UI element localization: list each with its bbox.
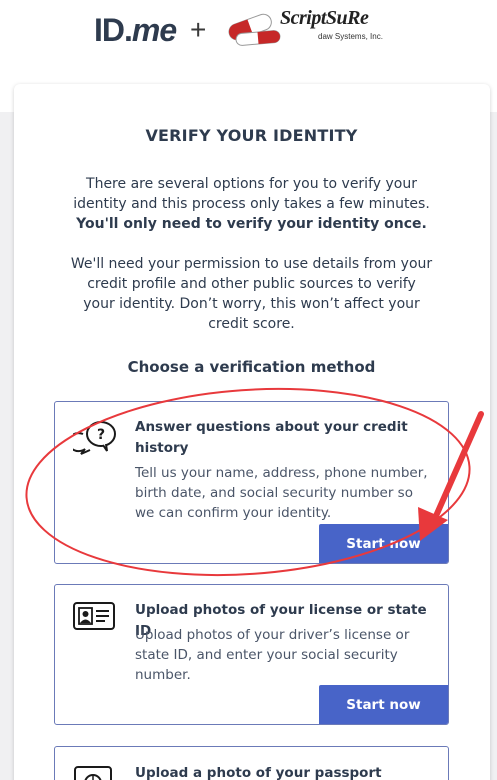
option-credit-history[interactable]: ? Answer questions about your credit his… xyxy=(54,401,449,564)
choose-method-heading: Choose a verification method xyxy=(127,358,376,376)
intro-paragraph: There are several options for you to ver… xyxy=(73,176,430,212)
pill-logo-icon xyxy=(228,13,281,46)
option-title: Upload a photo of your passport xyxy=(135,765,382,780)
plus-sign: + xyxy=(190,14,207,45)
option-description: Upload photos of your driver’s license o… xyxy=(135,627,410,683)
start-now-button[interactable]: Start now xyxy=(319,685,448,724)
option-description: Tell us your name, address, phone number… xyxy=(135,465,428,521)
partner-logo-name: ScriptSuRe xyxy=(280,7,369,29)
option-title: Answer questions about your credit histo… xyxy=(135,419,408,456)
permission-text: We'll need your permission to use detail… xyxy=(70,256,433,332)
intro-text: There are several options for you to ver… xyxy=(70,174,433,234)
intro-bold-text: You'll only need to verify your identity… xyxy=(76,216,427,232)
question-chat-icon: ? xyxy=(73,421,116,455)
svg-text:?: ? xyxy=(97,427,105,443)
partner-logo-subtitle: daw Systems, Inc. xyxy=(318,32,383,41)
option-license-upload[interactable]: Upload photos of your license or state I… xyxy=(54,584,449,725)
start-now-button[interactable]: Start now xyxy=(319,524,448,563)
page-title: VERIFY YOUR IDENTITY xyxy=(145,126,358,145)
header: ID.me + ScriptSuRe daw Systems, Inc. xyxy=(0,0,497,62)
passport-icon xyxy=(74,766,112,780)
idme-logo: ID.me xyxy=(94,12,177,48)
id-card-icon xyxy=(73,602,115,630)
option-passport-upload[interactable]: Upload a photo of your passport xyxy=(54,746,449,780)
